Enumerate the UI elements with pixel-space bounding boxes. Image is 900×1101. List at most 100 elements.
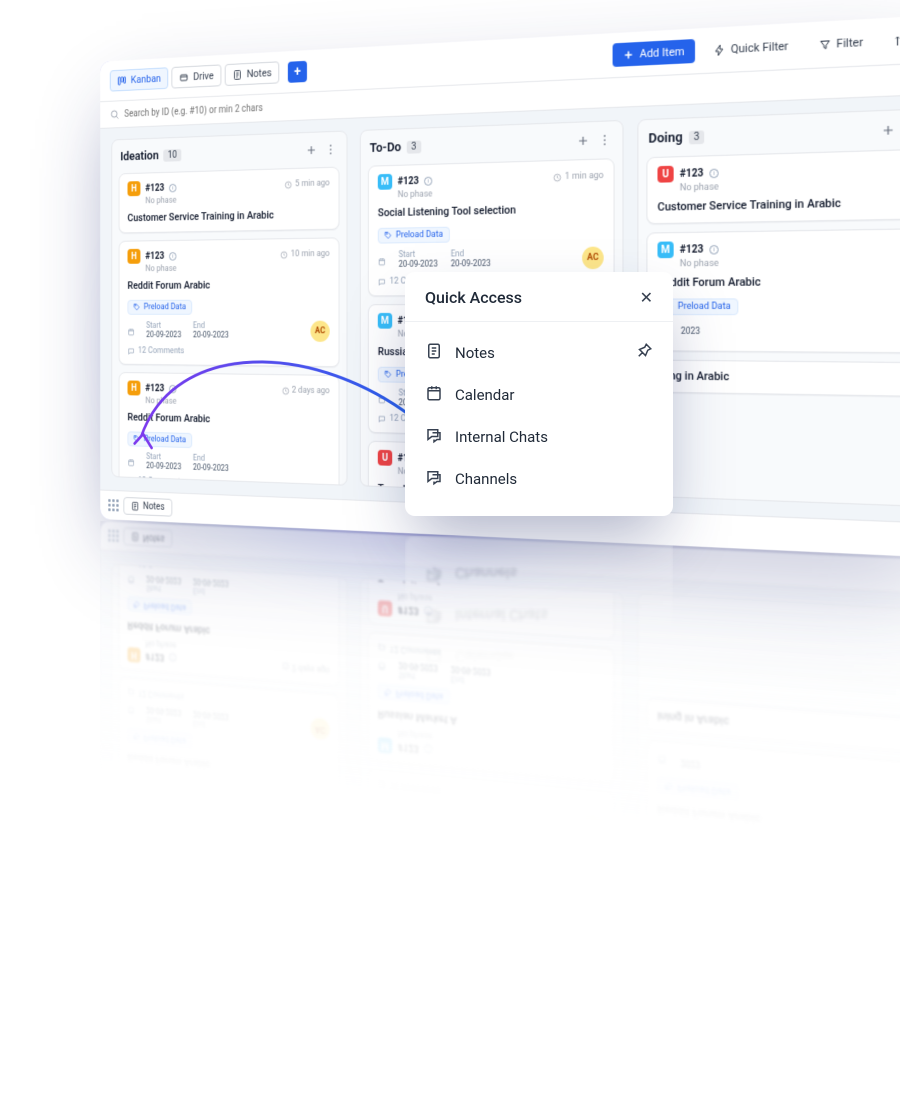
pin-icon[interactable]: [635, 342, 653, 364]
search-input[interactable]: [124, 99, 344, 119]
card-chip[interactable]: Preload Data: [378, 226, 450, 243]
info-icon[interactable]: [169, 183, 176, 192]
quick-item-channels[interactable]: Channels: [415, 458, 663, 500]
priority-badge: M: [378, 737, 392, 754]
card-chip[interactable]: Preload Data: [657, 777, 737, 801]
column-more-button[interactable]: [324, 903, 338, 920]
kanban-card[interactable]: M #123 1 min ago No phase Social Listeni…: [368, 768, 615, 929]
close-icon[interactable]: ✕: [640, 745, 653, 764]
view-tab-notes[interactable]: Notes: [225, 61, 280, 86]
column-add-button[interactable]: [879, 121, 897, 139]
assignee-avatar[interactable]: AC: [582, 247, 604, 270]
info-icon[interactable]: [169, 653, 176, 662]
quick-item-notes[interactable]: Notes: [415, 678, 663, 720]
assignee-avatar[interactable]: AC: [582, 815, 604, 840]
card-chip[interactable]: Preload Data: [128, 431, 192, 448]
sort-button[interactable]: So: [883, 26, 900, 54]
kanban-card[interactable]: H #123 2 days ago No phase Reddit Forum …: [119, 565, 340, 687]
add-item-button[interactable]: Add Item: [613, 39, 695, 67]
column-more-button[interactable]: [597, 132, 613, 149]
info-icon[interactable]: [710, 919, 719, 930]
quick-item-internal-chats[interactable]: Internal Chats: [415, 594, 663, 636]
column-title: Doing: [648, 130, 682, 147]
pin-icon[interactable]: [635, 688, 653, 710]
info-icon[interactable]: [169, 252, 176, 261]
column-more-button[interactable]: [597, 937, 613, 955]
comments-count[interactable]: 12 Comments: [128, 476, 330, 485]
column-add-button[interactable]: [304, 901, 318, 918]
column-add-button[interactable]: [304, 142, 318, 158]
card-chip[interactable]: Preload Data: [128, 597, 192, 616]
channels-icon: [425, 468, 443, 490]
info-icon[interactable]: [169, 786, 176, 795]
notes-icon: [131, 532, 140, 543]
comments-count[interactable]: 12 Comments: [128, 346, 330, 357]
add-item-button[interactable]: Add Item: [613, 1020, 695, 1056]
quick-item-label: Notes: [455, 344, 495, 362]
quick-item-channels[interactable]: Channels: [415, 552, 663, 594]
card-chip[interactable]: Preload Data: [378, 822, 450, 846]
view-tab-kanban[interactable]: Kanban: [110, 949, 169, 979]
column-add-button[interactable]: [575, 132, 591, 149]
info-icon[interactable]: [710, 842, 719, 852]
view-tab-drive[interactable]: Drive: [172, 958, 222, 987]
apps-grid-icon[interactable]: [108, 499, 118, 511]
filter-button[interactable]: Filter: [807, 1048, 874, 1082]
info-icon[interactable]: [710, 244, 719, 254]
start-label: Start: [399, 250, 438, 260]
card-ago: 1 min ago: [553, 171, 603, 183]
sort-button[interactable]: So: [883, 1059, 900, 1092]
add-view-button[interactable]: +: [288, 60, 307, 82]
card-ago: 5 min ago: [285, 868, 330, 883]
assignee-avatar[interactable]: AC: [310, 717, 329, 740]
card-ago: 10 min ago: [280, 249, 329, 259]
filter-button[interactable]: Filter: [807, 29, 874, 57]
info-icon[interactable]: [424, 176, 432, 185]
column-add-button[interactable]: [575, 935, 591, 953]
card-id: #123: [145, 850, 164, 863]
kanban-card[interactable]: H #123 10 min ago No phase Reddit Forum …: [119, 677, 340, 825]
add-item-label: Add Item: [640, 1029, 685, 1049]
info-icon[interactable]: [710, 168, 719, 178]
drive-icon: [179, 964, 189, 977]
quick-item-calendar[interactable]: Calendar: [415, 374, 663, 416]
quick-item-notes[interactable]: Notes: [415, 332, 663, 374]
calendar-icon: [425, 384, 443, 406]
quick-item-calendar[interactable]: Calendar: [415, 636, 663, 678]
info-icon[interactable]: [169, 384, 176, 393]
view-tab-notes[interactable]: Notes: [225, 965, 280, 995]
assignee-avatar[interactable]: AC: [310, 321, 329, 342]
kanban-card[interactable]: U #123 No phase Customer Service Trainin…: [646, 149, 900, 225]
start-label: Start: [146, 321, 181, 330]
kanban-card[interactable]: H #123 2 days ago No phase Reddit Forum …: [119, 372, 340, 485]
view-tab-kanban[interactable]: Kanban: [110, 67, 169, 91]
column-more-button[interactable]: [324, 141, 338, 157]
view-tab-drive[interactable]: Drive: [172, 64, 222, 88]
kanban-card[interactable]: M #123 No phase Reddit Forum ArabicPrelo…: [646, 739, 900, 888]
add-view-button[interactable]: +: [288, 975, 307, 999]
kanban-card[interactable]: M #123 No phase Reddit Forum ArabicPrelo…: [646, 228, 900, 353]
column-count: 3: [407, 140, 421, 153]
close-icon[interactable]: ✕: [640, 288, 653, 307]
info-icon[interactable]: [169, 854, 176, 863]
card-title: ining in Arabic: [657, 709, 900, 743]
column-add-button[interactable]: [879, 973, 897, 993]
quick-filter-button[interactable]: Quick Filter: [703, 1033, 799, 1071]
notes-icon: [425, 342, 443, 364]
card-id: #123: [145, 651, 164, 663]
end-date: 20-09-2023: [193, 463, 229, 474]
card-chip[interactable]: Preload Data: [128, 728, 192, 749]
footer-notes-tab[interactable]: Notes: [123, 527, 171, 547]
card-chip[interactable]: Preload Data: [128, 299, 192, 314]
view-tab-label: Notes: [247, 973, 272, 989]
kanban-card[interactable]: ining in Arabic: [646, 359, 900, 396]
quick-filter-button[interactable]: Quick Filter: [703, 33, 799, 62]
info-icon[interactable]: [424, 885, 432, 895]
kanban-card[interactable]: H #123 10 min ago No phase Reddit Forum …: [119, 237, 340, 367]
quick-filter-label: Quick Filter: [731, 1042, 789, 1064]
kanban-card[interactable]: H #123 5 min ago No phase Customer Servi…: [119, 167, 340, 234]
apps-grid-icon[interactable]: [108, 529, 118, 542]
card-phase: No phase: [145, 263, 329, 274]
footer-notes-tab[interactable]: Notes: [123, 497, 171, 517]
quick-item-internal-chats[interactable]: Internal Chats: [415, 416, 663, 458]
